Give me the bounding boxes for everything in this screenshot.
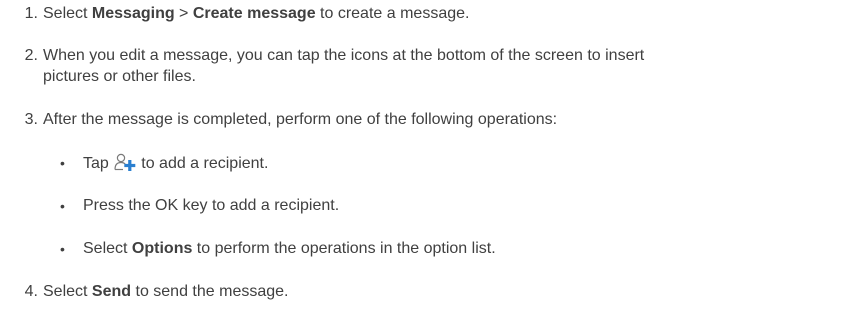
step-text-line-1: When you edit a message, you can tap the…	[43, 47, 645, 64]
instruction-document: 1. Select Messaging > Create message to …	[0, 0, 849, 325]
menu-create-message: Create message	[192, 5, 316, 22]
step-number: 3.	[24, 111, 38, 128]
bullet-text-post: to add a recipient.	[141, 155, 269, 172]
bullet-text-post: to perform the operations in the option …	[192, 240, 496, 257]
step-number: 2.	[24, 47, 38, 64]
add-recipient-icon	[114, 153, 136, 171]
step-number: 1.	[24, 5, 38, 22]
step-text: Select Messaging > Create message to cre…	[43, 4, 469, 24]
step-text-pre: Select	[43, 5, 92, 22]
bullet-text: Select Options to perform the operations…	[83, 239, 496, 259]
step-text-pre: Select	[43, 283, 92, 300]
bullet-symbol: •	[60, 241, 65, 257]
step-text: After the message is completed, perform …	[43, 111, 558, 128]
step-text-post: to send the message.	[131, 283, 289, 300]
step-text: Select Send to send the message.	[43, 282, 288, 302]
step-text-line-2: pictures or other files.	[43, 68, 196, 85]
bullet-text-pre: Tap	[83, 155, 114, 172]
step-text-post: to create a message.	[315, 5, 470, 22]
bullet-text: Press the OK key to add a recipient.	[83, 197, 340, 214]
step-number: 4.	[24, 283, 38, 300]
menu-send: Send	[91, 283, 132, 300]
bullet-text-pre: Select	[83, 240, 132, 257]
bullet-symbol: •	[60, 155, 65, 171]
menu-messaging: Messaging	[91, 5, 175, 22]
menu-options: Options	[131, 240, 193, 257]
bullet-symbol: •	[60, 198, 65, 214]
bullet-text: Tap to add a recipient.	[83, 153, 268, 174]
step-text-separator: >	[174, 5, 193, 22]
